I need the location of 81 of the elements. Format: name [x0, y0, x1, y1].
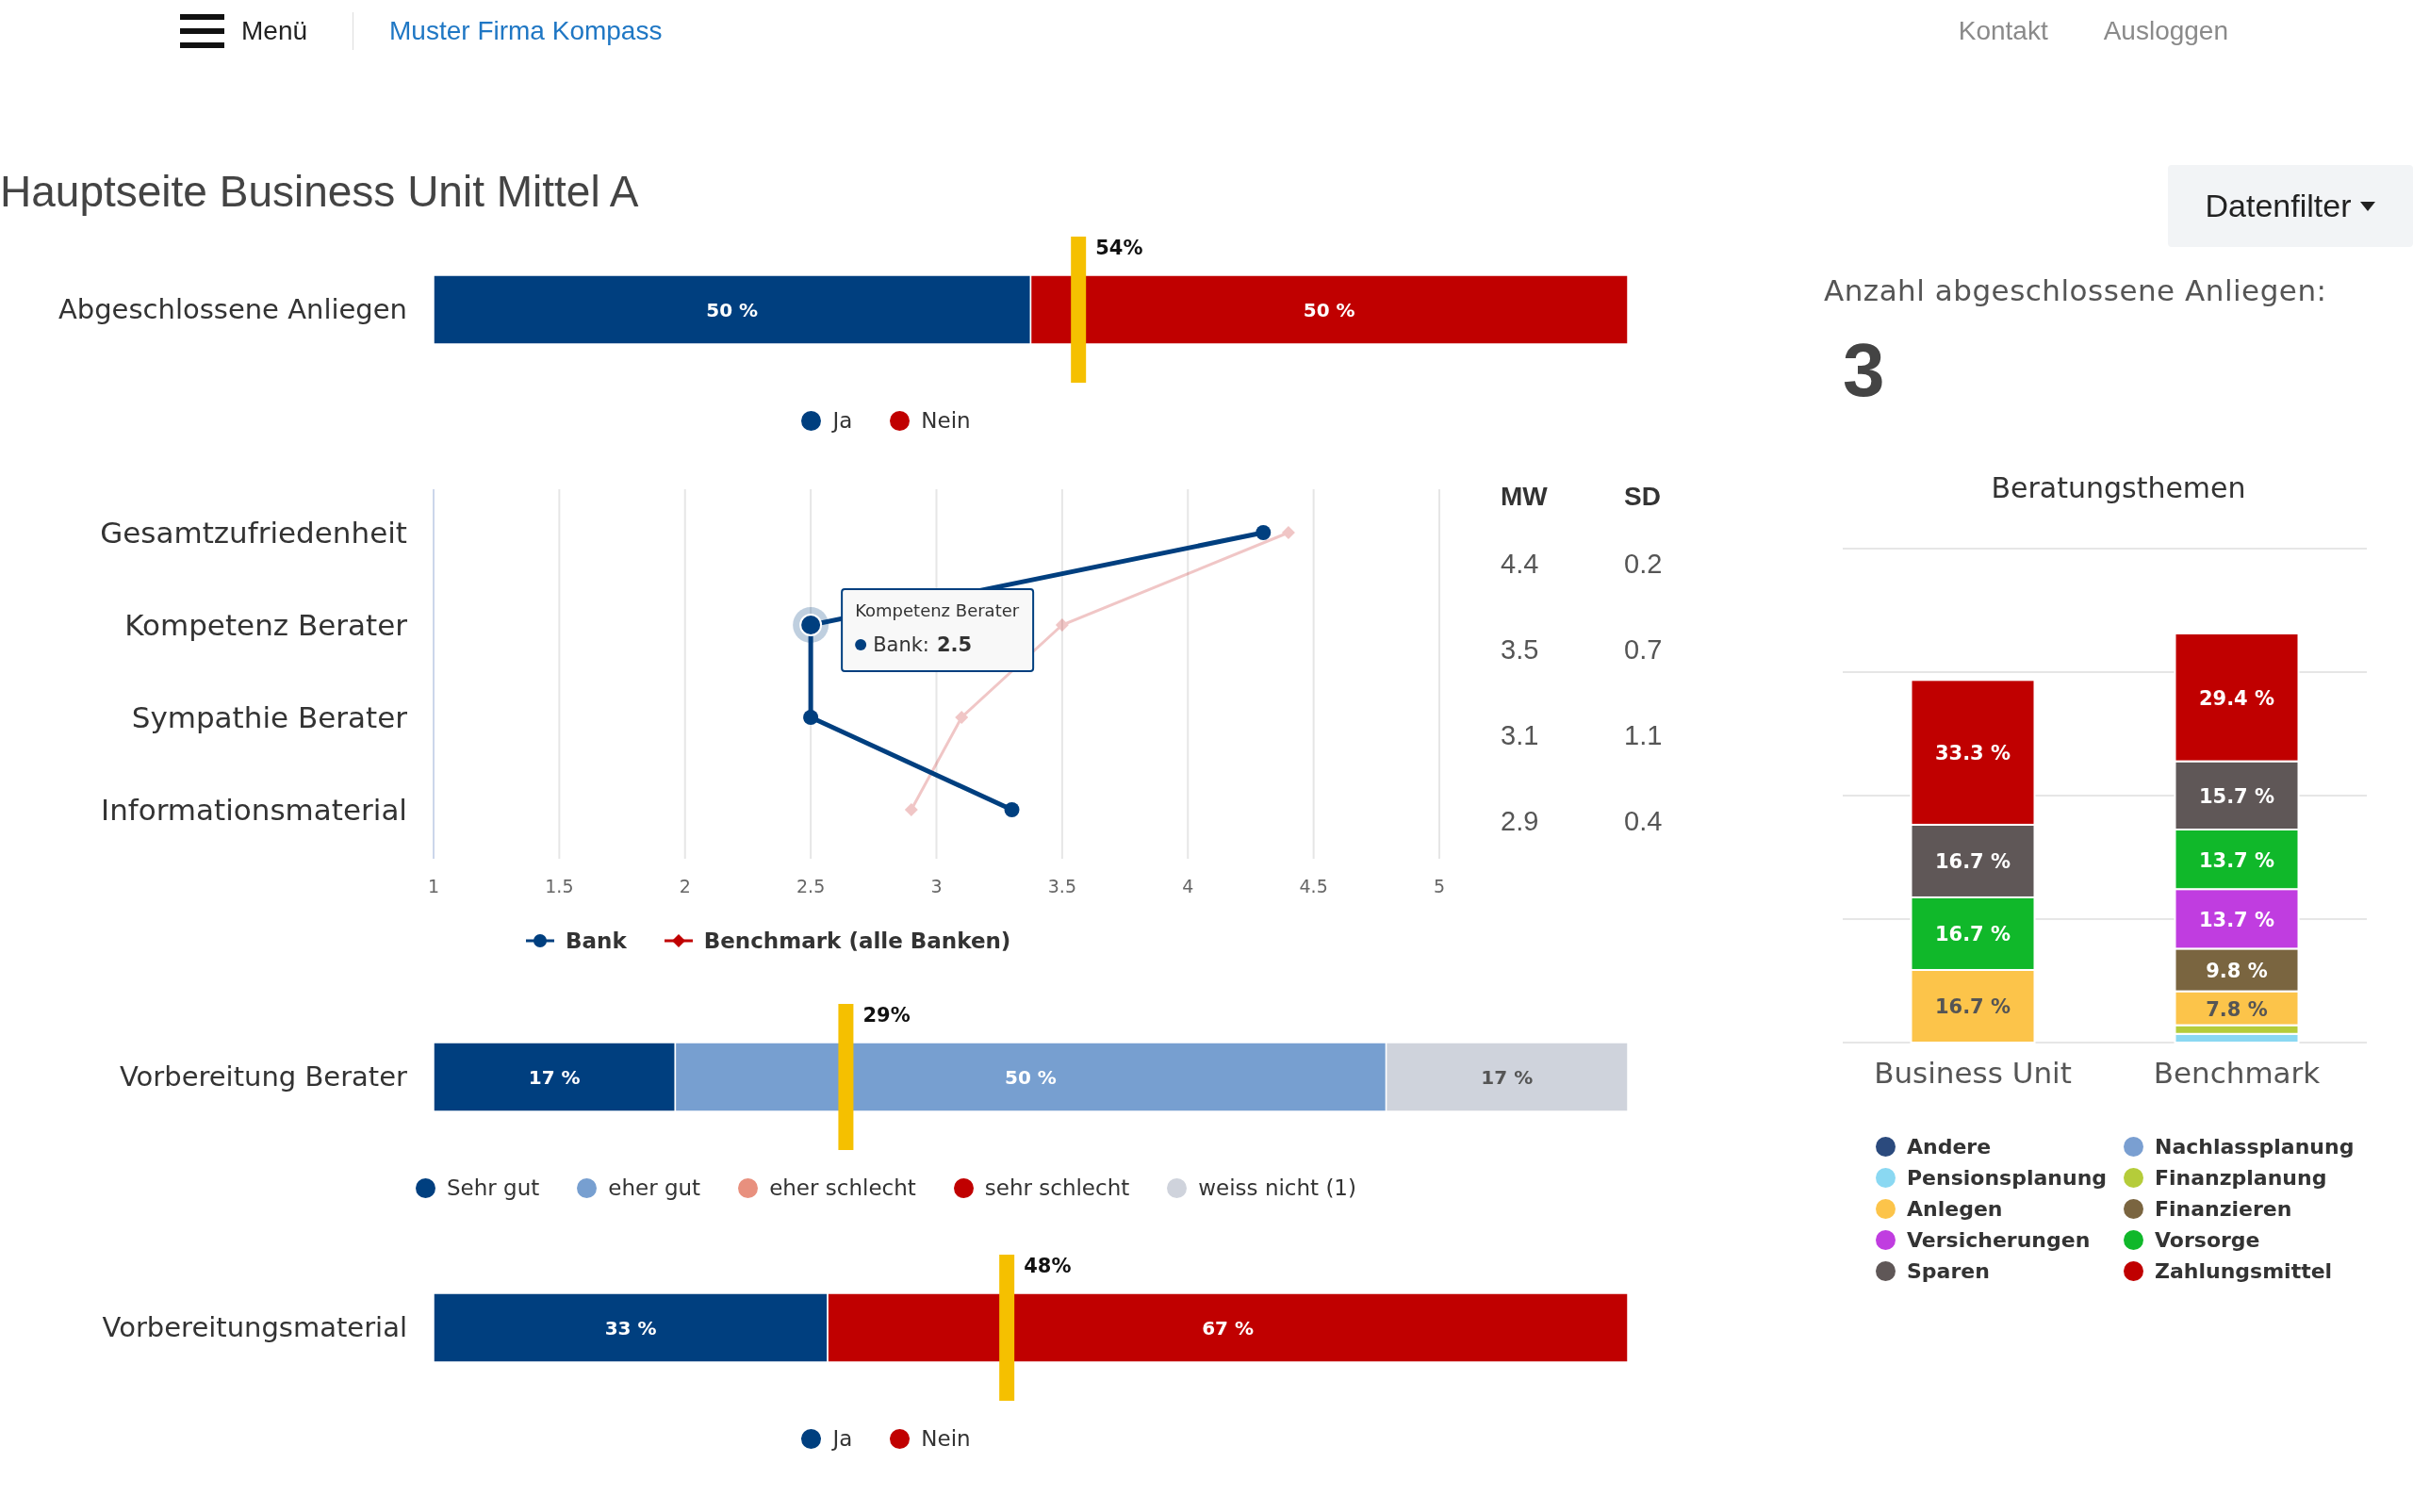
data-label: 9.8 %	[2206, 960, 2268, 982]
tooltip-title: Kompetenz Berater	[855, 600, 1020, 620]
menu-button[interactable]: Menü	[180, 13, 308, 48]
legend-label[interactable]: Pensionsplanung	[1907, 1166, 2108, 1190]
kpi-value: 3	[1842, 328, 1886, 413]
table-cell: 3.5	[1501, 634, 1539, 665]
axis-tick-label: 1.5	[545, 876, 574, 896]
legend-label[interactable]: Andere	[1907, 1135, 1992, 1159]
axis-tick-label: 2	[679, 876, 691, 896]
category-label: Kompetenz Berater	[124, 608, 407, 642]
data-label: 33 %	[604, 1316, 657, 1339]
legend-label[interactable]: Sehr gut	[447, 1175, 540, 1200]
table-cell: 3.1	[1501, 720, 1539, 750]
data-label: 17 %	[1481, 1065, 1534, 1089]
legend-label[interactable]: Ja	[832, 1426, 853, 1451]
chart-title: Beratungsthemen	[1990, 470, 2247, 506]
legend-label[interactable]: eher schlecht	[769, 1175, 916, 1200]
legend-label[interactable]: Nein	[921, 1426, 971, 1451]
legend-label[interactable]: Zahlungsmittel	[2155, 1259, 2333, 1283]
category-label: Business Unit	[1874, 1056, 2072, 1090]
axis-tick-label: 1	[427, 876, 440, 896]
data-label: 67 %	[1202, 1316, 1254, 1339]
data-label: 7.8 %	[2206, 997, 2268, 1021]
category-label: Abgeschlossene Anliegen	[57, 293, 407, 325]
data-label: 13.7 %	[2198, 848, 2275, 872]
table-cell: 0.2	[1624, 549, 1663, 579]
data-label: 15.7 %	[2198, 784, 2275, 808]
data-label: 50 %	[706, 298, 759, 321]
filter-dropdown-button[interactable]: Datenfilter	[2168, 165, 2413, 247]
legend-label[interactable]: Ja	[832, 408, 853, 433]
data-label: 13.7 %	[2198, 908, 2275, 931]
brand-link[interactable]: Muster Firma Kompass	[389, 15, 663, 46]
category-label: Vorbereitungsmaterial	[102, 1311, 407, 1343]
table-header: MW	[1501, 482, 1548, 511]
data-label: 33.3 %	[1934, 742, 2011, 765]
category-label: Sympathie Berater	[131, 700, 407, 734]
category-label: Benchmark	[2153, 1056, 2321, 1090]
legend-label[interactable]: weiss nicht (1)	[1198, 1175, 1356, 1200]
category-label: Vorbereitung Berater	[120, 1060, 407, 1093]
table-cell: 2.9	[1501, 806, 1539, 836]
category-label: Informationsmaterial	[101, 793, 407, 827]
table-cell: 0.7	[1624, 634, 1663, 665]
data-label: 29.4 %	[2198, 686, 2275, 710]
legend-label[interactable]: Anlegen	[1907, 1197, 2003, 1221]
table-cell: 0.4	[1624, 806, 1663, 836]
axis-tick-label: 5	[1433, 876, 1446, 896]
legend-label[interactable]: Benchmark (alle Banken)	[703, 929, 1011, 953]
marker-label: 48%	[1024, 1255, 1072, 1277]
marker-label: 54%	[1095, 237, 1143, 259]
legend-label[interactable]: Nachlassplanung	[2155, 1135, 2355, 1159]
legend-label[interactable]: Nein	[921, 408, 971, 433]
legend-label[interactable]: eher gut	[608, 1175, 701, 1200]
legend-label[interactable]: Sparen	[1907, 1259, 1990, 1283]
series-dot-icon	[855, 639, 867, 650]
page-title: Hauptseite Business Unit Mittel A	[0, 166, 640, 218]
kpi-label: Anzahl abgeschlossene Anliegen:	[1824, 273, 2328, 307]
legend-label[interactable]: Finanzplanung	[2155, 1166, 2327, 1190]
data-label: 17 %	[528, 1065, 581, 1089]
table-cell: 1.1	[1624, 720, 1663, 750]
legend-label[interactable]: Vorsorge	[2155, 1228, 2260, 1252]
axis-tick-label: 4.5	[1299, 876, 1328, 896]
table-cell: 4.4	[1501, 549, 1539, 579]
legend-label[interactable]: Finanzieren	[2155, 1197, 2292, 1221]
axis-tick-label: 3.5	[1047, 876, 1076, 896]
data-label: 50 %	[1303, 298, 1355, 321]
legend-label[interactable]: Versicherungen	[1907, 1228, 2091, 1252]
legend-label[interactable]: Bank	[566, 929, 627, 953]
marker-label: 29%	[862, 1004, 911, 1027]
category-label: Gesamtzufriedenheit	[100, 516, 407, 550]
data-label: 16.7 %	[1934, 995, 2011, 1019]
legend-label[interactable]: sehr schlecht	[984, 1175, 1130, 1200]
menu-icon	[180, 13, 224, 48]
data-label: 16.7 %	[1934, 923, 2011, 946]
tooltip-value: Bank: 2.5	[873, 633, 973, 656]
axis-tick-label: 4	[1182, 876, 1194, 896]
axis-tick-label: 3	[930, 876, 943, 896]
caret-icon	[2360, 201, 2376, 211]
axis-tick-label: 2.5	[796, 876, 826, 896]
data-label: 16.7 %	[1934, 850, 2011, 874]
data-label: 50 %	[1005, 1065, 1057, 1089]
table-header: SD	[1624, 482, 1661, 511]
